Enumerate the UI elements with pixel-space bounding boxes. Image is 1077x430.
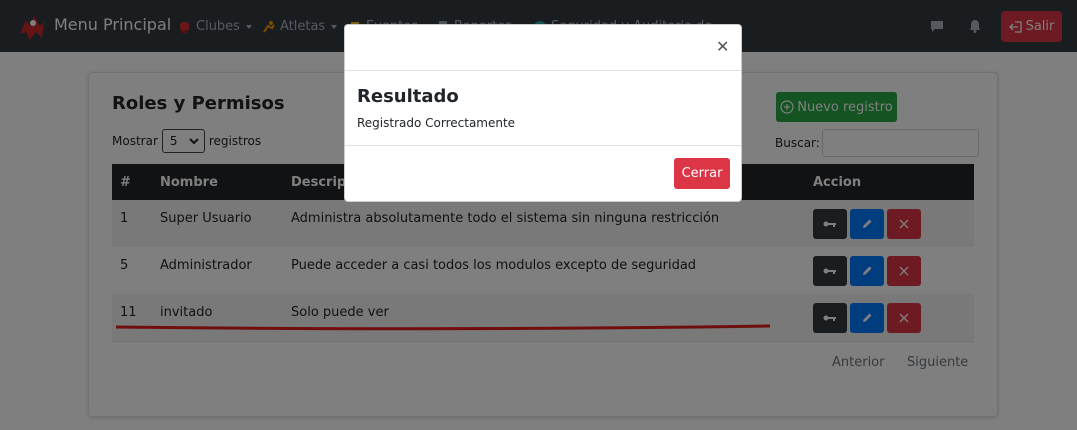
result-modal: ✕ Resultado Registrado Correctamente Cer… — [344, 24, 742, 202]
modal-header — [345, 25, 741, 71]
modal-footer-divider — [345, 145, 741, 146]
close-button[interactable]: Cerrar — [674, 158, 730, 189]
modal-message: Registrado Correctamente — [357, 116, 516, 130]
modal-title: Resultado — [357, 86, 459, 107]
close-icon[interactable]: ✕ — [716, 39, 729, 55]
